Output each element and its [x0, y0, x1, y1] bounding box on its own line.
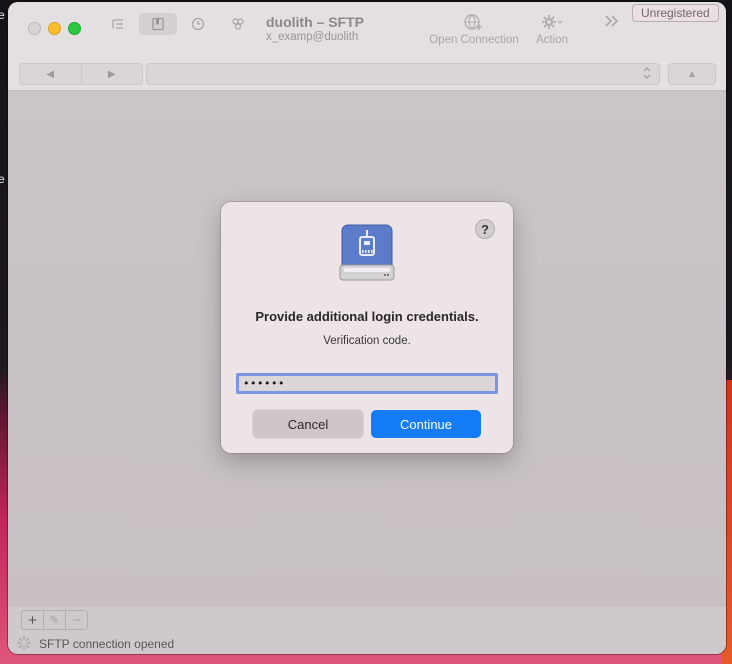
verification-code-field[interactable] [236, 373, 498, 394]
bookmarks-icon[interactable] [139, 13, 177, 35]
spinner-icon [17, 636, 31, 653]
background-window-text: e [0, 8, 5, 22]
edit-button[interactable]: ✎ [44, 611, 66, 629]
unregistered-badge[interactable]: Unregistered [632, 4, 719, 22]
minimize-window-button[interactable] [48, 22, 61, 35]
dialog-title: Provide additional login credentials. [255, 309, 479, 324]
gear-icon [530, 12, 574, 34]
path-popup[interactable] [146, 63, 660, 85]
action-button[interactable]: Action [530, 12, 574, 46]
outline-view-icon[interactable] [106, 13, 130, 35]
remove-button[interactable]: − [66, 611, 87, 629]
add-button[interactable]: + [22, 611, 44, 629]
bottom-button-group: + ✎ − [21, 610, 88, 630]
zoom-window-button[interactable] [68, 22, 81, 35]
sftp-window: duolith – SFTP x_examp@duolith Open Conn… [8, 2, 726, 654]
open-connection-label: Open Connection [429, 34, 519, 46]
action-label: Action [536, 34, 568, 46]
window-subtitle: x_examp@duolith [266, 31, 359, 43]
bottom-toolbar: + ✎ − [8, 607, 726, 633]
forward-button[interactable]: ▶ [82, 64, 143, 84]
bonjour-icon[interactable] [226, 13, 250, 35]
close-window-button[interactable] [28, 22, 41, 35]
login-credentials-dialog: ? Provide additional login credentials. … [221, 202, 513, 453]
status-text: SFTP connection opened [39, 637, 175, 651]
toolbar-overflow-icon[interactable] [604, 14, 620, 33]
chevron-updown-icon [643, 66, 651, 81]
parent-directory-button[interactable]: ▲ [668, 63, 716, 85]
continue-button[interactable]: Continue [371, 410, 481, 438]
network-drive-icon [338, 223, 396, 288]
back-button[interactable]: ◀ [20, 64, 82, 84]
window-title: duolith – SFTP [266, 14, 364, 30]
background-window-text: e [0, 172, 5, 186]
cancel-button[interactable]: Cancel [253, 410, 363, 438]
history-icon[interactable] [186, 13, 210, 35]
dialog-message: Verification code. [323, 335, 411, 347]
titlebar-toolbar: duolith – SFTP x_examp@duolith Open Conn… [8, 2, 726, 91]
open-connection-icon [426, 12, 522, 34]
status-bar: SFTP connection opened [8, 633, 726, 654]
help-button[interactable]: ? [475, 219, 495, 239]
open-connection-button[interactable]: Open Connection [426, 12, 522, 46]
navigation-segmented-control: ◀ ▶ [19, 63, 143, 85]
